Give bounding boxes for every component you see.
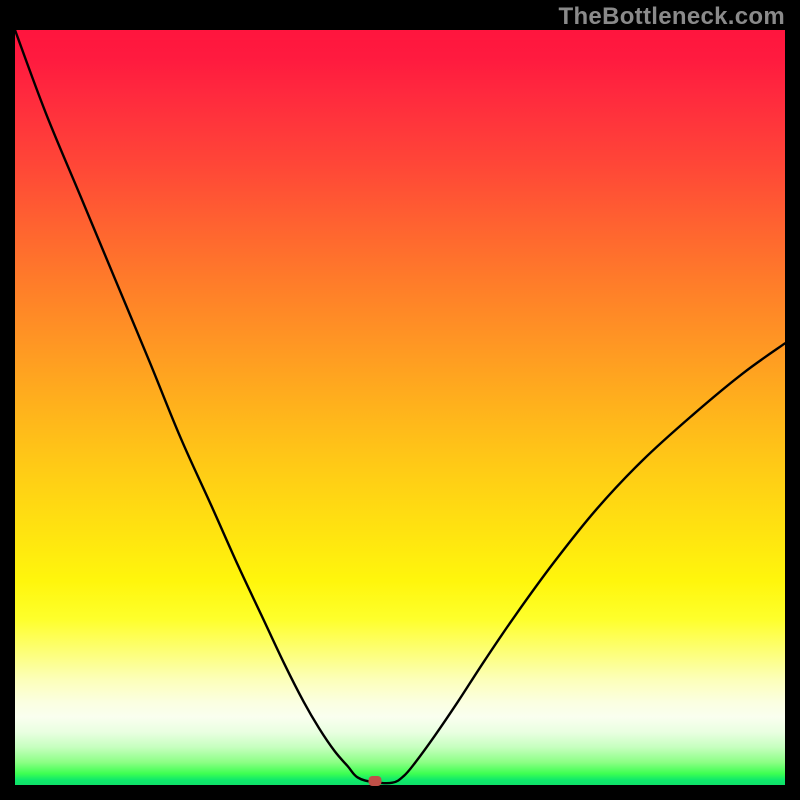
optimum-marker (368, 776, 381, 786)
bottleneck-curve (15, 30, 785, 785)
watermark-text: TheBottleneck.com (559, 3, 785, 31)
plot-area (15, 30, 785, 785)
chart-stage: TheBottleneck.com (0, 0, 800, 800)
